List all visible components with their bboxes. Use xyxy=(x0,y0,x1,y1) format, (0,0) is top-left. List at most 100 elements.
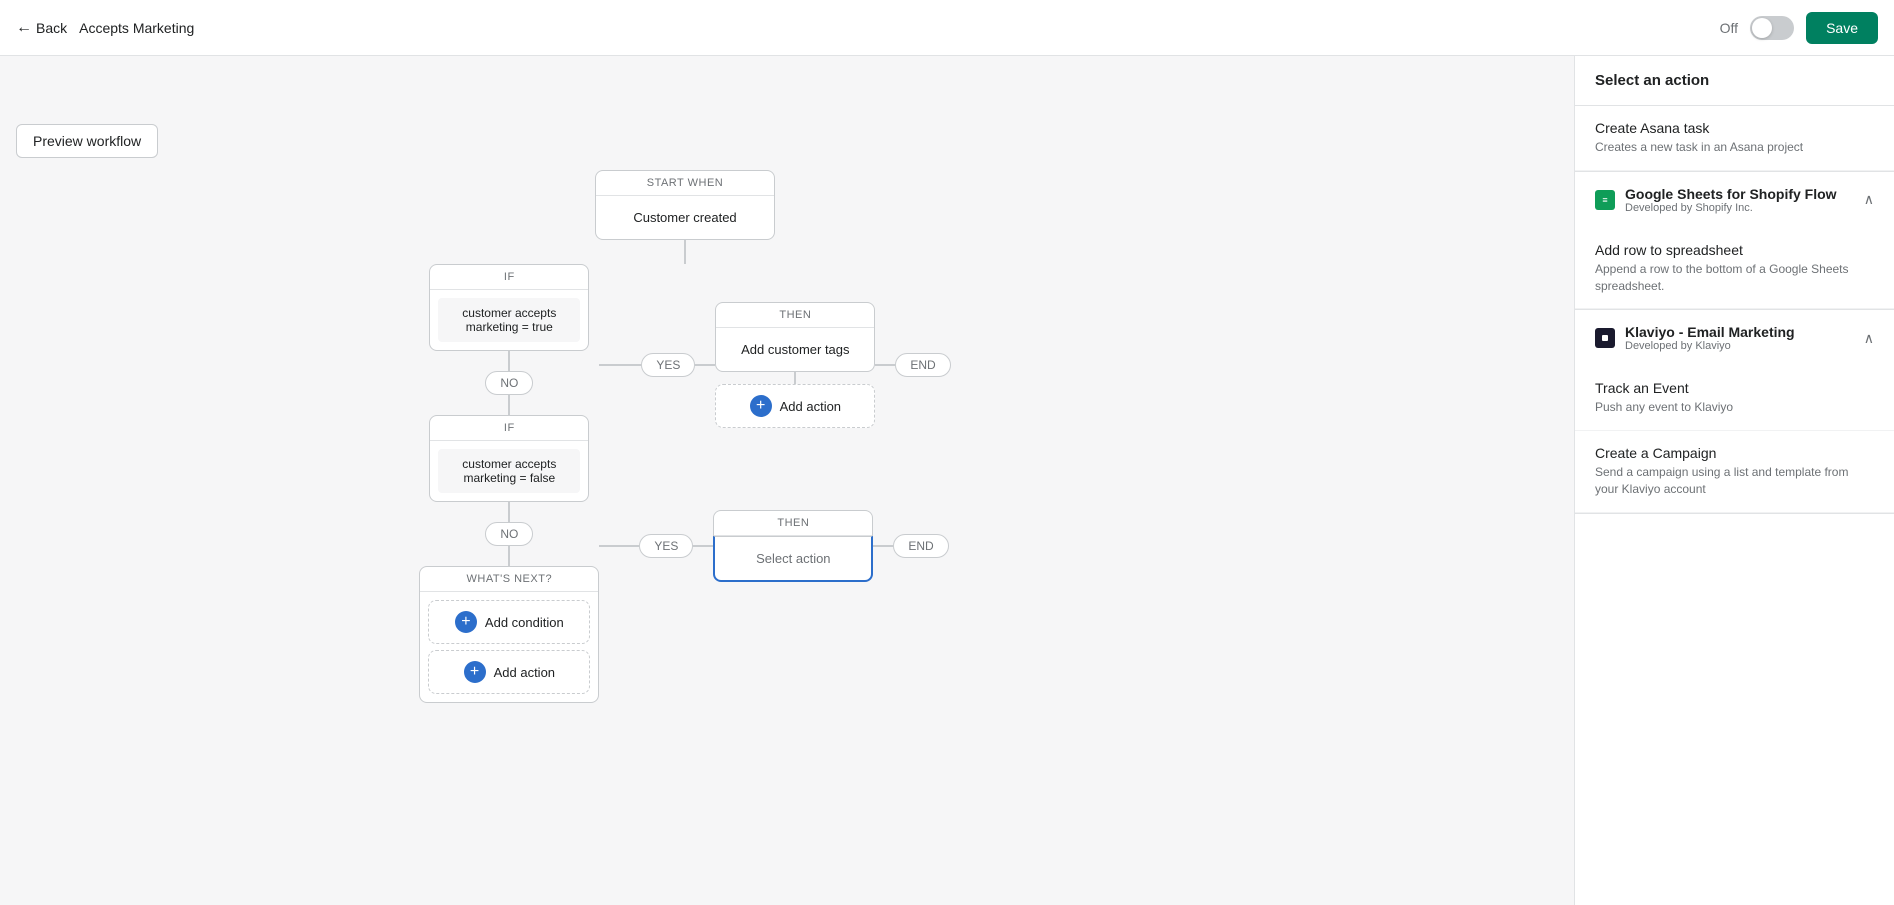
toggle-knob xyxy=(1752,18,1772,38)
back-label: Back xyxy=(36,20,67,36)
plus-icon-1: + xyxy=(455,611,477,633)
yes-badge-1: YES xyxy=(641,353,695,377)
condition-text-1: customer accepts marketing = true xyxy=(438,298,580,342)
google-sheets-icon: ≡ xyxy=(1595,190,1615,210)
preview-workflow-button[interactable]: Preview workflow xyxy=(16,124,158,158)
track-event-desc: Push any event to Klaviyo xyxy=(1595,399,1874,416)
add-row-title: Add row to spreadsheet xyxy=(1595,242,1874,258)
sidebar-klaviyo-section: Klaviyo - Email Marketing Developed by K… xyxy=(1575,310,1894,513)
add-action-label-1: Add action xyxy=(780,399,841,414)
create-asana-item[interactable]: Create Asana task Creates a new task in … xyxy=(1575,106,1894,171)
klaviyo-title-wrap: Klaviyo - Email Marketing Developed by K… xyxy=(1625,324,1795,352)
if-label-2: IF xyxy=(430,416,588,441)
create-campaign-item[interactable]: Create a Campaign Send a campaign using … xyxy=(1575,431,1894,513)
end-line-1 xyxy=(875,364,895,366)
plus-icon-3: + xyxy=(750,395,772,417)
end-line-2 xyxy=(873,545,893,547)
then-box-1[interactable]: THEN Add customer tags xyxy=(715,302,875,372)
yes-then-2-row: YES THEN Select action xyxy=(599,510,948,582)
toggle-switch[interactable] xyxy=(1750,16,1794,40)
end-badge-1: END xyxy=(895,353,950,377)
yes-badge-2: YES xyxy=(639,534,693,558)
google-sheets-title-row: ≡ Google Sheets for Shopify Flow Develop… xyxy=(1595,186,1837,214)
create-campaign-desc: Send a campaign using a list and templat… xyxy=(1595,464,1874,498)
create-asana-title: Create Asana task xyxy=(1595,120,1874,136)
start-node-2[interactable]: START WHEN Customer created xyxy=(595,170,775,240)
if-label-1: IF xyxy=(430,265,588,290)
then-action-1: Add customer tags xyxy=(716,328,874,371)
then-col-2: THEN Select action xyxy=(713,510,873,582)
canvas: Preview workflow START WHEN Customer cre… xyxy=(0,56,1574,905)
sidebar: Select an action Create Asana task Creat… xyxy=(1574,56,1894,905)
back-arrow-icon: ← xyxy=(16,19,32,37)
yes-then-col: YES THEN Add customer tags xyxy=(599,264,950,582)
if-then-row-1: IF customer accepts marketing = true NO … xyxy=(419,264,950,703)
klaviyo-title: Klaviyo - Email Marketing xyxy=(1625,324,1795,340)
end-badge-2: END xyxy=(893,534,948,558)
track-event-item[interactable]: Track an Event Push any event to Klaviyo xyxy=(1575,366,1894,431)
yes-line-2 xyxy=(599,545,639,547)
no-line-2 xyxy=(508,395,510,415)
then-header-2: THEN xyxy=(714,511,872,536)
create-campaign-title: Create a Campaign xyxy=(1595,445,1874,461)
sidebar-header: Select an action xyxy=(1575,56,1894,106)
no-line-3 xyxy=(508,502,510,522)
add-condition-button[interactable]: + Add condition xyxy=(428,600,590,644)
chevron-up-icon: ∧ xyxy=(1864,191,1874,208)
klaviyo-header[interactable]: Klaviyo - Email Marketing Developed by K… xyxy=(1575,310,1894,366)
google-sheets-title: Google Sheets for Shopify Flow xyxy=(1625,186,1837,202)
whats-next-box: WHAT'S NEXT? + Add condition + Add actio… xyxy=(419,566,599,703)
google-sheets-title-wrap: Google Sheets for Shopify Flow Developed… xyxy=(1625,186,1837,214)
track-event-title: Track an Event xyxy=(1595,380,1874,396)
google-sheets-subtitle: Developed by Shopify Inc. xyxy=(1625,202,1837,214)
select-action-box[interactable]: Select action xyxy=(713,536,873,582)
if-condition-wrap-1: customer accepts marketing = true xyxy=(430,290,588,350)
klaviyo-dot xyxy=(1602,335,1608,341)
start-header-2: START WHEN xyxy=(596,171,774,196)
if-condition-wrap-2: customer accepts marketing = false xyxy=(430,441,588,501)
add-action-label-2: Add action xyxy=(494,665,555,680)
then-col-1: THEN Add customer tags + Add action xyxy=(715,302,875,428)
save-button[interactable]: Save xyxy=(1806,12,1878,44)
topbar: ← Back Accepts Marketing Off Save xyxy=(0,0,1894,56)
no-badge-1-v2: NO xyxy=(485,371,533,395)
page-title: Accepts Marketing xyxy=(79,20,194,36)
sidebar-google-section: ≡ Google Sheets for Shopify Flow Develop… xyxy=(1575,172,1894,311)
yes-line-1b xyxy=(695,364,715,366)
topbar-right: Off Save xyxy=(1720,12,1878,44)
add-condition-label: Add condition xyxy=(485,615,564,630)
whats-next-header: WHAT'S NEXT? xyxy=(420,567,598,592)
create-asana-desc: Creates a new task in an Asana project xyxy=(1595,139,1874,156)
back-button[interactable]: ← Back xyxy=(16,19,67,37)
klaviyo-subtitle: Developed by Klaviyo xyxy=(1625,340,1795,352)
no-badge-2: NO xyxy=(485,522,533,546)
topbar-left: ← Back Accepts Marketing xyxy=(16,19,194,37)
add-row-desc: Append a row to the bottom of a Google S… xyxy=(1595,261,1874,295)
add-action-button-1[interactable]: + Add action xyxy=(715,384,875,428)
if-box-2[interactable]: IF customer accepts marketing = false xyxy=(429,415,589,502)
klaviyo-title-row: Klaviyo - Email Marketing Developed by K… xyxy=(1595,324,1795,352)
whats-next-body: + Add condition + Add action xyxy=(420,592,598,702)
yes-then-1-row: YES THEN Add customer tags xyxy=(599,302,950,428)
line-1 xyxy=(684,240,686,264)
klaviyo-chevron-icon: ∧ xyxy=(1864,330,1874,347)
sidebar-shopify-section: Create Asana task Creates a new task in … xyxy=(1575,106,1894,172)
google-sheets-header[interactable]: ≡ Google Sheets for Shopify Flow Develop… xyxy=(1575,172,1894,228)
no-line-1 xyxy=(508,351,510,371)
if-box-1-v2[interactable]: IF customer accepts marketing = true xyxy=(429,264,589,351)
main-layout: Preview workflow START WHEN Customer cre… xyxy=(0,56,1894,905)
yes-line-1 xyxy=(601,364,641,366)
then-header-1: THEN xyxy=(716,303,874,328)
add-row-item[interactable]: Add row to spreadsheet Append a row to t… xyxy=(1575,228,1894,310)
no-line-4 xyxy=(508,546,510,566)
toggle-label: Off xyxy=(1720,20,1738,36)
then-box-2[interactable]: THEN xyxy=(713,510,873,536)
plus-icon-2: + xyxy=(464,661,486,683)
start-trigger: Customer created xyxy=(596,196,774,239)
klaviyo-icon xyxy=(1595,328,1615,348)
if-col-1: IF customer accepts marketing = true NO … xyxy=(419,264,599,703)
yes-line-2b xyxy=(693,545,713,547)
select-action-label: Select action xyxy=(756,551,830,566)
condition-text-2: customer accepts marketing = false xyxy=(438,449,580,493)
add-action-button-2[interactable]: + Add action xyxy=(428,650,590,694)
